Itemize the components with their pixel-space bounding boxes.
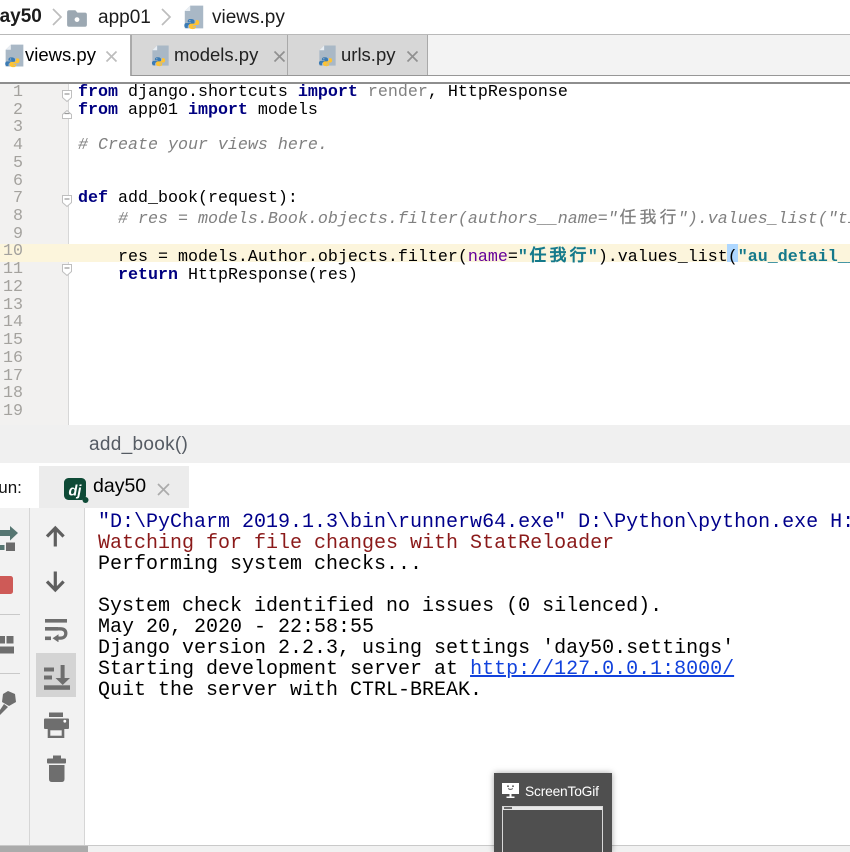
svg-text:dj: dj [69,483,83,499]
